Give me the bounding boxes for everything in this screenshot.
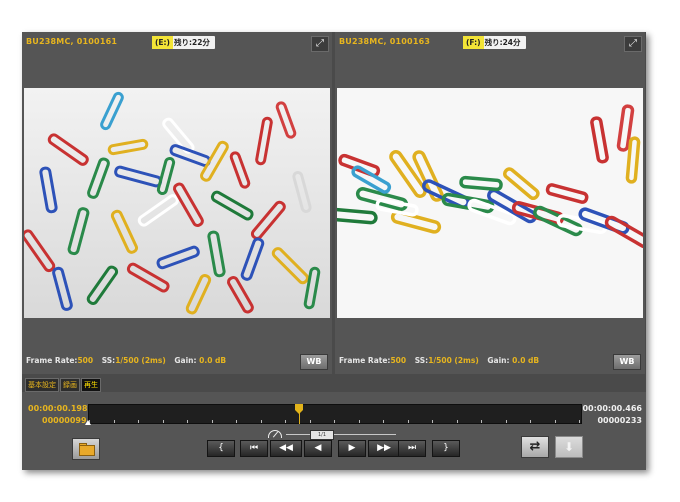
camera-view-2 — [337, 88, 643, 318]
first-frame-button[interactable]: ⏮ — [240, 440, 268, 457]
timeline-tick — [212, 420, 213, 423]
speed-gauge-icon — [268, 430, 282, 438]
timeline-tick — [555, 420, 556, 423]
timeline-tick — [359, 420, 360, 423]
timeline-tick — [506, 420, 507, 423]
expand-icon[interactable]: ⤢ — [311, 36, 329, 52]
download-button[interactable]: ⬇ — [555, 436, 583, 458]
loop-button[interactable]: ⇄ — [521, 436, 549, 458]
camera-panel-1: BU238MC, 0100161 (E:) 残り:22分 ⤢ Frame Rat… — [22, 32, 332, 374]
gain-value: 0.0 dB — [512, 356, 540, 365]
storage-remaining: (F:) 残り:24分 — [463, 36, 526, 49]
camera-view-1 — [24, 88, 330, 318]
end-timecode: 00:00:00.466 — [582, 404, 642, 413]
start-timecode: 00:00:00.198 — [28, 404, 88, 413]
mark-out-button[interactable]: } — [432, 440, 460, 457]
wb-button[interactable]: WB — [613, 354, 641, 370]
download-icon: ⬇ — [563, 440, 575, 454]
camera-status: Frame Rate:500 SS:1/500 (2ms) Gain: 0.0 … — [26, 356, 227, 365]
drive-letter: (E:) — [152, 36, 173, 49]
shutter-speed-value: 1/500 (2ms) — [115, 356, 166, 365]
fast-forward-icon: ▶▶ — [377, 443, 391, 453]
camera-panel-2: BU238MC, 0100163 (F:) 残り:24分 ⤢ Frame Rat… — [335, 32, 645, 374]
loop-icon: ⇄ — [529, 439, 541, 454]
camera-status: Frame Rate:500 SS:1/500 (2ms) Gain: 0.0 … — [339, 356, 540, 365]
tab-basic-settings[interactable]: 基本設定 — [25, 378, 59, 392]
timeline-tick — [163, 420, 164, 423]
timeline-tick — [261, 420, 262, 423]
timeline-tick — [310, 420, 311, 423]
first-frame-icon: ⏮ — [249, 443, 259, 453]
drive-letter: (F:) — [463, 36, 484, 49]
fast-forward-button[interactable]: ▶▶ — [368, 440, 400, 457]
paperclip-image-1 — [24, 88, 330, 318]
remaining-time: 残り:22分 — [173, 38, 210, 47]
storage-remaining: (E:) 残り:22分 — [152, 36, 215, 49]
last-frame-icon: ⏭ — [407, 443, 417, 453]
expand-icon[interactable]: ⤢ — [624, 36, 642, 52]
timeline-tick — [138, 420, 139, 423]
timeline-tick — [187, 420, 188, 423]
tab-record[interactable]: 録画 — [60, 378, 80, 392]
timeline-track[interactable] — [88, 404, 582, 424]
fast-rewind-button[interactable]: ◀◀ — [270, 440, 302, 457]
camera-id: BU238MC, 0100161 — [26, 37, 118, 46]
remaining-time: 残り:24分 — [484, 38, 521, 47]
timeline-tick — [334, 420, 335, 423]
frame-rate-value: 500 — [390, 356, 407, 365]
speed-slider-track[interactable] — [286, 434, 396, 435]
playback-panel: 00:00:00.198 00000099 00:00:00.466 00000… — [22, 392, 646, 470]
end-frame: 00000233 — [597, 416, 642, 425]
play-icon: ▶ — [348, 443, 356, 453]
play-button[interactable]: ▶ — [338, 440, 366, 457]
wb-button[interactable]: WB — [300, 354, 328, 370]
timeline-tick — [481, 420, 482, 423]
timeline-tick — [383, 420, 384, 423]
paperclip-image-2 — [337, 88, 643, 318]
timeline-tick — [530, 420, 531, 423]
speed-slider-handle[interactable]: 1/1 — [310, 430, 334, 440]
timeline-tick — [408, 420, 409, 423]
mode-tabs: 基本設定 録画 再生 — [25, 378, 102, 392]
fast-rewind-icon: ◀◀ — [279, 443, 293, 453]
mark-in-button[interactable]: { — [207, 440, 235, 457]
app-window: BU238MC, 0100161 (E:) 残り:22分 ⤢ Frame Rat… — [22, 32, 646, 470]
mark-out-icon: } — [443, 443, 449, 453]
timeline-tick — [457, 420, 458, 423]
timeline-tick — [236, 420, 237, 423]
reverse-play-icon: ◀ — [314, 443, 322, 453]
timeline-tick — [285, 420, 286, 423]
timeline-tick — [432, 420, 433, 423]
last-frame-button[interactable]: ⏭ — [398, 440, 426, 457]
in-point-marker — [85, 420, 91, 425]
reverse-play-button[interactable]: ◀ — [304, 440, 332, 457]
timeline-tick — [114, 420, 115, 423]
gain-value: 0.0 dB — [199, 356, 227, 365]
tab-playback[interactable]: 再生 — [81, 378, 101, 392]
frame-rate-value: 500 — [77, 356, 94, 365]
open-folder-button[interactable] — [72, 438, 100, 460]
timeline-tick — [579, 420, 580, 423]
camera-id: BU238MC, 0100163 — [339, 37, 431, 46]
start-frame: 00000099 — [42, 416, 87, 425]
mark-in-icon: { — [218, 443, 224, 453]
shutter-speed-value: 1/500 (2ms) — [428, 356, 479, 365]
